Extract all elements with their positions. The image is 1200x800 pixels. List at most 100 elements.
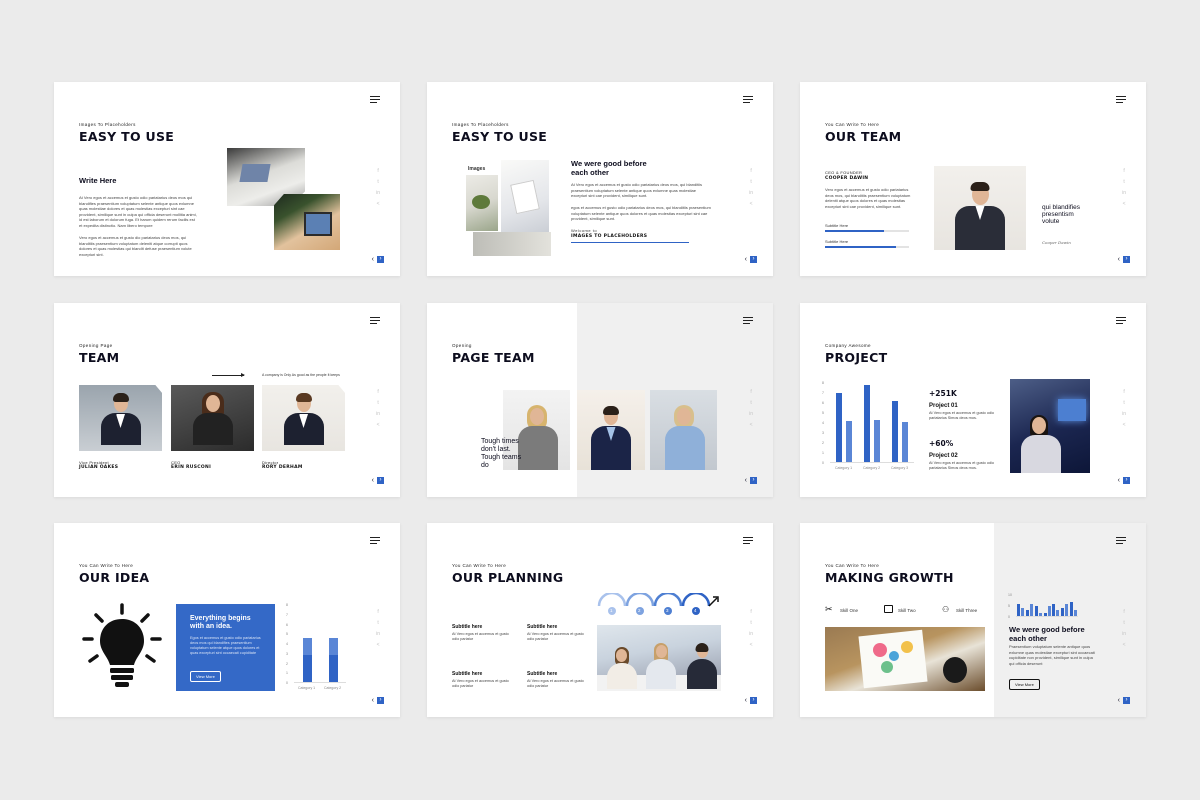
facebook-icon[interactable]: f [376, 168, 380, 174]
twitter-icon[interactable]: t [749, 620, 753, 626]
twitter-icon[interactable]: t [1122, 400, 1126, 406]
linkedin-icon[interactable]: in [749, 411, 753, 417]
facebook-icon[interactable]: f [749, 168, 753, 174]
share-icon[interactable]: < [376, 642, 380, 648]
plan-text-3: At Vero egos et accemus et gusto odio pa… [452, 679, 509, 688]
share-icon[interactable]: < [1122, 422, 1126, 428]
share-icon[interactable]: < [749, 422, 753, 428]
linkedin-icon[interactable]: in [376, 190, 380, 196]
chevron-left-icon[interactable]: ‹ [1118, 256, 1120, 263]
facebook-icon[interactable]: f [749, 389, 753, 395]
linkedin-icon[interactable]: in [749, 631, 753, 637]
slide-our-idea[interactable]: You Can Write To Here OUR IDEA Everythin… [54, 523, 400, 717]
twitter-icon[interactable]: t [376, 179, 380, 185]
project-bar-chart: 0 1 2 3 4 5 6 7 8 Category 1 Category 2 Category 3 [822, 381, 914, 473]
tools-icon: ✂ [825, 604, 833, 614]
slide-project[interactable]: Company Awesome PROJECT 0 1 2 3 4 5 6 7 8 Categor… [800, 303, 1146, 497]
chevron-right-icon[interactable]: › [750, 256, 757, 263]
slide-nav: ‹ › [372, 697, 384, 704]
linkedin-icon[interactable]: in [376, 631, 380, 637]
share-icon[interactable]: < [749, 642, 753, 648]
chevron-left-icon[interactable]: ‹ [745, 256, 747, 263]
hamburger-icon[interactable] [743, 537, 753, 546]
chevron-left-icon[interactable]: ‹ [745, 477, 747, 484]
facebook-icon[interactable]: f [1122, 389, 1126, 395]
body-text: Praesentium voluptatum selente antique q… [1009, 644, 1095, 666]
hamburger-icon[interactable] [370, 96, 380, 105]
twitter-icon[interactable]: t [1122, 179, 1126, 185]
facebook-icon[interactable]: f [376, 389, 380, 395]
y-tick-label: 1 [822, 451, 824, 455]
facebook-icon[interactable]: f [376, 609, 380, 615]
share-icon[interactable]: < [1122, 201, 1126, 207]
y-tick-label: 7 [822, 391, 824, 395]
body-text: At Vero egos et accemus et gusto odio pa… [79, 195, 197, 228]
chevron-left-icon[interactable]: ‹ [372, 256, 374, 263]
social-icons: f t in < [749, 168, 753, 207]
share-icon[interactable]: < [1122, 642, 1126, 648]
slide-making-growth[interactable]: You Can Write To Here MAKING GROWTH ✂ Sk… [800, 523, 1146, 717]
y-tick-label: 4 [822, 421, 824, 425]
chevron-left-icon[interactable]: ‹ [745, 697, 747, 704]
share-icon[interactable]: < [749, 201, 753, 207]
twitter-icon[interactable]: t [1122, 620, 1126, 626]
twitter-icon[interactable]: t [749, 400, 753, 406]
chevron-right-icon[interactable]: › [1123, 697, 1130, 704]
hamburger-icon[interactable] [1116, 96, 1126, 105]
chevron-left-icon[interactable]: ‹ [372, 477, 374, 484]
facebook-icon[interactable]: f [1122, 168, 1126, 174]
twitter-icon[interactable]: t [376, 400, 380, 406]
slide-title: MAKING GROWTH [825, 570, 954, 585]
slide-title: EASY TO USE [79, 129, 175, 144]
chevron-right-icon[interactable]: › [750, 697, 757, 704]
idea-bar-chart: 0 1 2 3 4 5 6 7 8 Category 1 Category 2 [286, 603, 346, 693]
linkedin-icon[interactable]: in [1122, 631, 1126, 637]
slide-page-team[interactable]: Opening PAGE TEAM Tough times don't last… [427, 303, 773, 497]
hamburger-icon[interactable] [1116, 317, 1126, 326]
team-photo-3 [650, 390, 717, 470]
accent-line [571, 242, 689, 243]
bar [902, 422, 908, 463]
share-icon[interactable]: < [376, 201, 380, 207]
chevron-right-icon[interactable]: › [377, 477, 384, 484]
share-icon[interactable]: < [376, 422, 380, 428]
linkedin-icon[interactable]: in [1122, 190, 1126, 196]
skill-progress-2 [825, 246, 909, 248]
skill-progress-1 [825, 230, 909, 232]
twitter-icon[interactable]: t [376, 620, 380, 626]
social-icons: f t in < [749, 389, 753, 428]
view-more-button[interactable]: View More [190, 671, 221, 682]
chevron-right-icon[interactable]: › [377, 256, 384, 263]
y-tick-label: 3 [822, 431, 824, 435]
chevron-right-icon[interactable]: › [1123, 477, 1130, 484]
slide-easy-to-use-2[interactable]: Images To Placeholders EASY TO USE Image… [427, 82, 773, 276]
linkedin-icon[interactable]: in [1122, 411, 1126, 417]
view-more-button[interactable]: View More [1009, 679, 1040, 690]
chevron-right-icon[interactable]: › [750, 477, 757, 484]
slide-our-planning[interactable]: You Can Write To Here OUR PLANNING 1 2 3… [427, 523, 773, 717]
team-photo-3 [262, 385, 345, 451]
slide-subtitle: You Can Write To Here [452, 563, 507, 568]
hamburger-icon[interactable] [370, 317, 380, 326]
linkedin-icon[interactable]: in [376, 411, 380, 417]
hamburger-icon[interactable] [1116, 537, 1126, 546]
slide-our-team[interactable]: You Can Write To Here OUR TEAM CEO & FOU… [800, 82, 1146, 276]
chevron-right-icon[interactable]: › [1123, 256, 1130, 263]
linkedin-icon[interactable]: in [749, 190, 753, 196]
hamburger-icon[interactable] [743, 96, 753, 105]
signature: Cooper Dawin [1042, 240, 1071, 245]
facebook-icon[interactable]: f [749, 609, 753, 615]
y-tick-label: 6 [286, 622, 288, 627]
chevron-left-icon[interactable]: ‹ [1118, 697, 1120, 704]
chevron-right-icon[interactable]: › [377, 697, 384, 704]
y-tick-label: 7 [286, 612, 288, 617]
hamburger-icon[interactable] [370, 537, 380, 546]
slide-easy-to-use-1[interactable]: Images To Placeholders EASY TO USE Write… [54, 82, 400, 276]
twitter-icon[interactable]: t [749, 179, 753, 185]
chevron-left-icon[interactable]: ‹ [372, 697, 374, 704]
stat-2: +60% [929, 439, 954, 448]
slide-team[interactable]: Opening Page TEAM A company is Only As g… [54, 303, 400, 497]
chevron-left-icon[interactable]: ‹ [1118, 477, 1120, 484]
facebook-icon[interactable]: f [1122, 609, 1126, 615]
hamburger-icon[interactable] [743, 317, 753, 326]
